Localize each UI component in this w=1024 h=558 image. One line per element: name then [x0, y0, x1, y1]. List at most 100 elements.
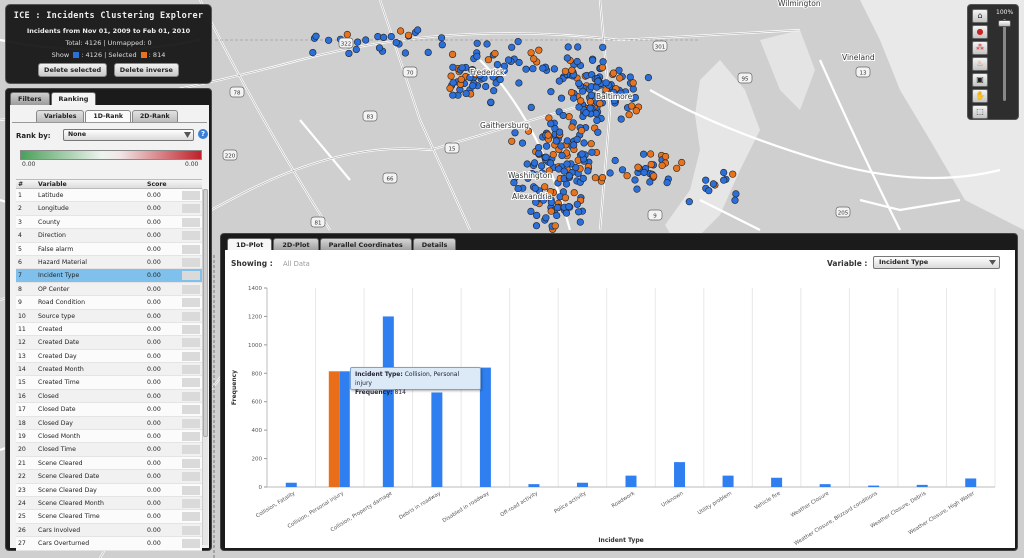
- incident-point[interactable]: [558, 151, 566, 160]
- subtab-2d-rank[interactable]: 2D-Rank: [132, 110, 178, 122]
- tab-parallel-coordinates[interactable]: Parallel Coordinates: [319, 238, 412, 250]
- scroll-thumb[interactable]: [203, 189, 208, 437]
- subtab-variables[interactable]: Variables: [36, 110, 85, 122]
- incident-point[interactable]: [574, 208, 583, 216]
- incident-point[interactable]: [564, 43, 572, 51]
- incident-point[interactable]: [397, 27, 405, 35]
- incident-point[interactable]: [354, 38, 362, 46]
- incident-point[interactable]: [380, 33, 388, 42]
- incident-point[interactable]: [570, 189, 578, 197]
- subtab-1d-rank[interactable]: 1D-Rank: [85, 110, 131, 122]
- bar[interactable]: [722, 475, 734, 487]
- table-row[interactable]: 14 Created Month 0.00: [16, 363, 202, 377]
- tab-ranking[interactable]: Ranking: [50, 92, 97, 105]
- group-icon[interactable]: ⁂: [972, 41, 988, 55]
- table-row[interactable]: 15 Created Time 0.00: [16, 376, 202, 390]
- bar[interactable]: [285, 482, 297, 487]
- incident-point[interactable]: [616, 74, 624, 82]
- bar[interactable]: [625, 475, 637, 487]
- tab-2d-plot[interactable]: 2D-Plot: [273, 238, 319, 250]
- incident-point[interactable]: [709, 180, 718, 188]
- incident-point[interactable]: [487, 98, 495, 106]
- incident-point[interactable]: [639, 150, 648, 158]
- incident-point[interactable]: [547, 207, 555, 215]
- incident-point[interactable]: [542, 142, 551, 150]
- incident-point[interactable]: [629, 79, 637, 87]
- table-row[interactable]: 26 Cars Involved 0.00: [16, 523, 202, 538]
- pan-hand-icon[interactable]: ✋: [972, 89, 988, 103]
- incident-point[interactable]: [634, 163, 642, 171]
- incident-point[interactable]: [563, 54, 571, 62]
- incident-point[interactable]: [544, 131, 552, 139]
- incident-point[interactable]: [599, 43, 607, 51]
- incident-point[interactable]: [596, 99, 604, 108]
- incident-point[interactable]: [565, 172, 573, 180]
- table-row[interactable]: 23 Scene Cleared Day 0.00: [16, 483, 202, 497]
- tab-1d-plot[interactable]: 1D-Plot: [227, 238, 273, 250]
- incident-point[interactable]: [633, 185, 641, 193]
- incident-point[interactable]: [640, 168, 648, 177]
- incident-point[interactable]: [449, 91, 457, 99]
- table-row[interactable]: 25 Scene Cleared Time 0.00: [16, 510, 202, 524]
- zoom-slider-knob[interactable]: [998, 20, 1011, 27]
- incident-point[interactable]: [537, 162, 546, 170]
- zoom-slider[interactable]: [1003, 19, 1006, 101]
- header-num[interactable]: #: [18, 181, 23, 188]
- fire-icon[interactable]: ♨: [972, 57, 988, 71]
- incident-point[interactable]: [511, 129, 519, 137]
- home-icon[interactable]: ⌂: [972, 9, 988, 23]
- table-row[interactable]: 21 Scene Cleared 0.00: [16, 456, 202, 471]
- table-row[interactable]: 7 Incident Type 0.00: [16, 269, 202, 283]
- incident-point[interactable]: [404, 31, 413, 39]
- incident-point[interactable]: [565, 203, 573, 211]
- incident-point[interactable]: [510, 179, 518, 187]
- incident-point[interactable]: [530, 159, 539, 167]
- table-row[interactable]: 18 Closed Day 0.00: [16, 416, 202, 431]
- table-row[interactable]: 9 Road Condition 0.00: [16, 296, 202, 310]
- incident-point[interactable]: [535, 46, 543, 54]
- delete-inverse-button[interactable]: Delete inverse: [113, 63, 179, 77]
- incident-point[interactable]: [534, 144, 543, 152]
- incident-point[interactable]: [685, 198, 693, 206]
- incident-point[interactable]: [559, 111, 567, 120]
- incident-point[interactable]: [609, 69, 618, 77]
- incident-point[interactable]: [577, 97, 585, 105]
- incident-point[interactable]: [673, 164, 681, 172]
- table-row[interactable]: 12 Created Date 0.00: [16, 336, 202, 350]
- table-row[interactable]: 3 County 0.00: [16, 215, 202, 230]
- incident-point[interactable]: [661, 152, 670, 161]
- bar[interactable]: [819, 484, 831, 487]
- incident-point[interactable]: [587, 91, 596, 99]
- incident-point[interactable]: [587, 140, 595, 148]
- incident-point[interactable]: [515, 58, 523, 67]
- table-row[interactable]: 16 Closed 0.00: [16, 389, 202, 404]
- table-row[interactable]: 20 Closed Time 0.00: [16, 443, 202, 457]
- incident-point[interactable]: [594, 77, 602, 85]
- table-row[interactable]: 24 Scene Cleared Month 0.00: [16, 496, 202, 511]
- incident-point[interactable]: [578, 150, 586, 158]
- incident-point[interactable]: [549, 151, 557, 159]
- incident-point[interactable]: [482, 82, 490, 91]
- tab-filters[interactable]: Filters: [10, 92, 50, 105]
- incident-point[interactable]: [646, 178, 654, 186]
- incident-point[interactable]: [473, 39, 481, 47]
- table-row[interactable]: 10 Source type 0.00: [16, 309, 202, 323]
- bar[interactable]: [916, 484, 928, 487]
- incident-point[interactable]: [449, 50, 457, 59]
- bar-chart[interactable]: 0 200 400 600 800 1000 1200 1400 Frequency Incide…: [225, 250, 1015, 548]
- select-box-icon[interactable]: ⬚: [972, 105, 988, 119]
- table-row[interactable]: 4 Direction 0.00: [16, 229, 202, 243]
- layer-icon[interactable]: ▣: [972, 73, 988, 87]
- incident-point[interactable]: [593, 116, 601, 124]
- incident-point[interactable]: [574, 43, 582, 51]
- incident-point[interactable]: [542, 153, 550, 161]
- incident-point[interactable]: [658, 161, 666, 170]
- incident-point[interactable]: [414, 26, 422, 34]
- incident-point[interactable]: [577, 127, 586, 135]
- incident-point[interactable]: [504, 56, 513, 64]
- incident-point[interactable]: [518, 139, 527, 147]
- incident-point[interactable]: [729, 170, 737, 178]
- bar[interactable]: [479, 367, 491, 487]
- incident-point[interactable]: [565, 113, 573, 121]
- incident-point[interactable]: [555, 128, 564, 136]
